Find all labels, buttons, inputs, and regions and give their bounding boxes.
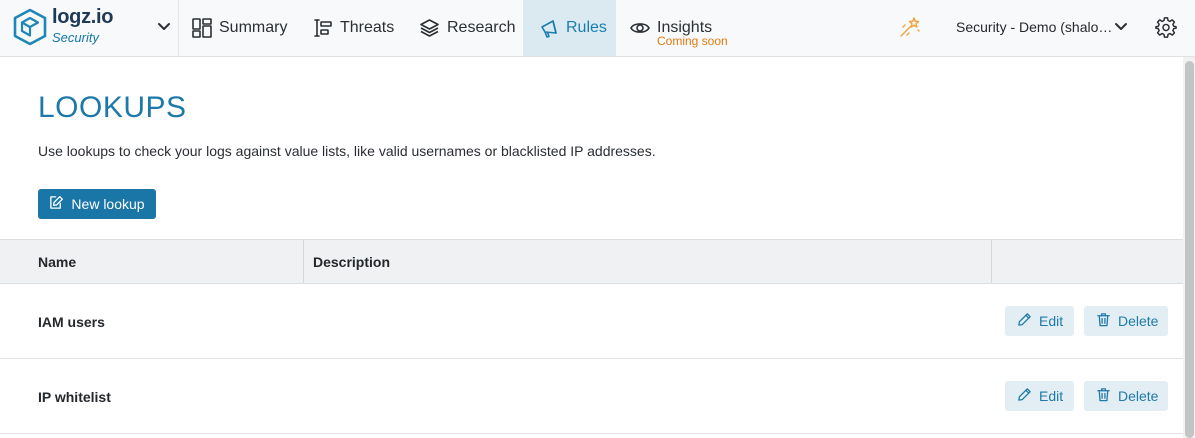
top-nav-bar: logz.io Security Summary Threats Researc… xyxy=(0,0,1195,57)
lookup-name: IAM users xyxy=(38,313,105,330)
scrollbar-thumb[interactable] xyxy=(1185,61,1194,438)
nav-tab-label: Summary xyxy=(219,19,288,36)
new-lookup-label: New lookup xyxy=(71,196,145,212)
brand-name: logz.io xyxy=(52,6,114,28)
account-selector[interactable]: Security - Demo (shalo… xyxy=(956,19,1112,35)
trash-icon xyxy=(1096,312,1111,330)
pencil-icon xyxy=(1017,312,1032,330)
nav-tab-label: Research xyxy=(447,19,516,36)
threats-icon xyxy=(313,18,333,38)
magic-wand-icon[interactable] xyxy=(898,15,922,44)
delete-button[interactable]: Delete xyxy=(1084,306,1168,336)
row-actions: Edit Delete xyxy=(1005,381,1168,411)
page-description: Use lookups to check your logs against v… xyxy=(38,143,656,159)
table-row: IP whitelist Edit Delete xyxy=(0,359,1183,434)
nav-tab-label: Rules xyxy=(566,19,607,36)
nav-tab-research[interactable]: Research xyxy=(419,0,515,56)
nav-tab-label: Threats xyxy=(340,19,395,36)
edit-button[interactable]: Edit xyxy=(1005,306,1074,336)
edit-label: Edit xyxy=(1039,313,1064,329)
nav-tab-threats[interactable]: Threats xyxy=(313,0,394,56)
nav-tab-summary[interactable]: Summary xyxy=(192,0,287,56)
coming-soon-label: Coming soon xyxy=(657,34,728,48)
gear-icon[interactable] xyxy=(1155,16,1177,43)
page-title: LOOKUPS xyxy=(38,91,187,124)
eye-icon xyxy=(630,18,650,38)
row-actions: Edit Delete xyxy=(1005,306,1168,336)
edit-button[interactable]: Edit xyxy=(1005,381,1074,411)
edit-note-icon xyxy=(49,195,64,213)
table-header: Name Description xyxy=(0,239,1183,284)
trash-icon xyxy=(1096,387,1111,405)
pencil-icon xyxy=(1017,387,1032,405)
column-divider xyxy=(303,240,304,283)
lookup-name: IP whitelist xyxy=(38,388,111,405)
edit-label: Edit xyxy=(1039,388,1064,404)
delete-label: Delete xyxy=(1118,313,1159,329)
new-lookup-button[interactable]: New lookup xyxy=(38,189,156,219)
table-row: IAM users Edit Delete xyxy=(0,284,1183,359)
nav-tab-insights[interactable]: Insights Coming soon xyxy=(630,0,728,56)
dashboard-icon xyxy=(192,18,212,38)
column-header-name[interactable]: Name xyxy=(38,240,76,283)
chevron-down-icon[interactable] xyxy=(1114,19,1128,40)
delete-label: Delete xyxy=(1118,388,1159,404)
logo-cube-icon xyxy=(13,8,47,51)
lookups-table: Name Description IAM users Edit Delete I… xyxy=(0,239,1183,434)
chevron-down-icon[interactable] xyxy=(157,19,171,40)
delete-button[interactable]: Delete xyxy=(1084,381,1168,411)
column-divider xyxy=(991,240,992,283)
brand-product: Security xyxy=(52,30,99,45)
brand-switcher[interactable]: logz.io Security xyxy=(0,0,179,56)
column-header-description[interactable]: Description xyxy=(313,240,390,283)
megaphone-icon xyxy=(539,18,559,38)
layers-icon xyxy=(419,18,440,38)
nav-tab-rules[interactable]: Rules xyxy=(523,0,616,56)
